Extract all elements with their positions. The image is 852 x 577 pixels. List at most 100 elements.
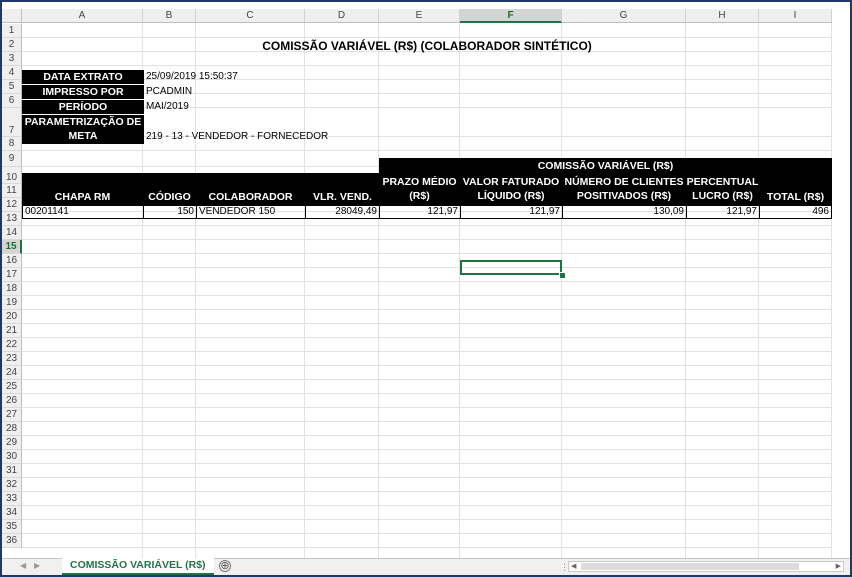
row-header-9[interactable]: 9 <box>2 151 22 167</box>
row-header-30[interactable]: 30 <box>2 450 22 464</box>
row-gridline <box>22 393 832 394</box>
row-header-12[interactable]: 12 <box>2 198 22 212</box>
value-vlr-vend: 28049,49 <box>335 206 377 217</box>
row-gridline <box>22 449 832 450</box>
row-gridline <box>22 253 832 254</box>
active-cell-selection[interactable] <box>460 260 562 275</box>
row-header-19[interactable]: 19 <box>2 296 22 310</box>
column-header-c[interactable]: C <box>196 9 305 23</box>
horizontal-scrollbar[interactable]: ◀ ▶ <box>568 561 844 572</box>
cell-prazo[interactable]: 121,97 <box>379 205 461 219</box>
row-gridline <box>22 267 832 268</box>
select-all-corner[interactable] <box>2 9 22 23</box>
header-percentual-lucro: PERCENTUAL LUCRO (R$) <box>686 175 759 205</box>
row-header-7[interactable]: 7 <box>2 108 22 137</box>
row-gridline <box>22 65 832 66</box>
fill-handle[interactable] <box>559 272 566 279</box>
scrollbar-thumb[interactable] <box>581 563 799 570</box>
row-header-5[interactable]: 5 <box>2 80 22 94</box>
column-header-b[interactable]: B <box>143 9 196 23</box>
row-header-35[interactable]: 35 <box>2 520 22 534</box>
row-header-3[interactable]: 3 <box>2 52 22 66</box>
cell-total[interactable]: 496 <box>759 205 832 219</box>
row-header-10[interactable]: 10 <box>2 167 22 184</box>
row-header-29[interactable]: 29 <box>2 436 22 450</box>
group-header-comissao: COMISSÃO VARIÁVEL (R$) <box>537 160 674 172</box>
report-title: COMISSÃO VARIÁVEL (R$) (COLABORADOR SINT… <box>262 39 592 53</box>
row-header-31[interactable]: 31 <box>2 464 22 478</box>
row-header-36[interactable]: 36 <box>2 534 22 548</box>
row-header-33[interactable]: 33 <box>2 492 22 506</box>
info-value-periodo[interactable]: MAI/2019 <box>146 100 189 114</box>
cell-numero[interactable]: 130,09 <box>562 205 687 219</box>
row-header-16[interactable]: 16 <box>2 254 22 268</box>
row-gridline <box>22 351 832 352</box>
info-value-data-extrato[interactable]: 25/09/2019 15:50:37 <box>146 70 238 84</box>
header-valor-faturado-line1: VALOR FATURADO <box>462 176 560 188</box>
row-gridline <box>22 337 832 338</box>
header-prazo-medio: PRAZO MÉDIO (R$) <box>379 175 460 205</box>
row-header-22[interactable]: 22 <box>2 338 22 352</box>
row-header-2[interactable]: 2 <box>2 38 22 52</box>
row-gridline <box>22 150 832 151</box>
tab-scroll-right-icon[interactable]: ▶ <box>34 561 40 570</box>
header-valor-faturado: VALOR FATURADO LÍQUIDO (R$) <box>460 175 562 205</box>
row-header-15[interactable]: 15 <box>2 240 22 254</box>
row-header-26[interactable]: 26 <box>2 394 22 408</box>
value-codigo: 150 <box>177 206 194 217</box>
header-numero-clientes-line1: NÚMERO DE CLIENTES <box>564 176 684 188</box>
column-header-f[interactable]: F <box>460 9 562 23</box>
column-header-a[interactable]: A <box>22 9 143 23</box>
scroll-right-arrow-icon[interactable]: ▶ <box>836 562 841 571</box>
row-header-1[interactable]: 1 <box>2 24 22 38</box>
tab-scroll-left-icon[interactable]: ◀ <box>20 561 26 570</box>
row-header-28[interactable]: 28 <box>2 422 22 436</box>
row-header-11[interactable]: 11 <box>2 184 22 198</box>
row-header-25[interactable]: 25 <box>2 380 22 394</box>
header-percentual-lucro-line2: LUCRO (R$) <box>692 190 753 202</box>
value-valor: 121,97 <box>529 206 560 217</box>
row-header-34[interactable]: 34 <box>2 506 22 520</box>
header-codigo: CÓDIGO <box>148 191 191 203</box>
row-header-8[interactable]: 8 <box>2 137 22 151</box>
row-header-32[interactable]: 32 <box>2 478 22 492</box>
row-header-6[interactable]: 6 <box>2 94 22 108</box>
column-header-d[interactable]: D <box>305 9 379 23</box>
cell-chapa[interactable]: 00201141 <box>22 205 144 219</box>
cell-valor[interactable]: 121,97 <box>460 205 563 219</box>
row-gridline <box>22 365 832 366</box>
row-header-13[interactable]: 13 <box>2 212 22 226</box>
row-header-27[interactable]: 27 <box>2 408 22 422</box>
cell-colaborador[interactable]: VENDEDOR 150 <box>196 205 306 219</box>
row-gridline <box>22 491 832 492</box>
column-header-i[interactable]: I <box>759 9 832 23</box>
header-total: TOTAL (R$) <box>766 191 825 203</box>
row-header-23[interactable]: 23 <box>2 352 22 366</box>
scroll-left-arrow-icon[interactable]: ◀ <box>571 562 576 571</box>
value-numero: 130,09 <box>653 206 684 217</box>
header-percentual-lucro-line1: PERCENTUAL <box>686 176 759 188</box>
row-gridline <box>22 225 832 226</box>
column-header-g[interactable]: G <box>562 9 686 23</box>
cell-vlr-vend[interactable]: 28049,49 <box>305 205 380 219</box>
sheet-tab-comissao[interactable]: COMISSÃO VARIÁVEL (R$) <box>62 558 214 575</box>
column-header-e[interactable]: E <box>379 9 460 23</box>
cell-perc[interactable]: 121,97 <box>686 205 760 219</box>
row-header-17[interactable]: 17 <box>2 268 22 282</box>
add-sheet-icon[interactable]: ⊕ <box>219 560 231 572</box>
row-header-21[interactable]: 21 <box>2 324 22 338</box>
info-value-parametrizacao[interactable]: 219 - 13 - VENDEDOR - FORNECEDOR <box>146 130 328 144</box>
row-header-14[interactable]: 14 <box>2 226 22 240</box>
row-header-18[interactable]: 18 <box>2 282 22 296</box>
column-header-h[interactable]: H <box>686 9 759 23</box>
info-value-impresso-por[interactable]: PCADMIN <box>146 85 192 99</box>
header-valor-faturado-line2: LÍQUIDO (R$) <box>477 190 545 202</box>
worksheet-grid[interactable]: ABCDEFGHI 1 2 3 4 5 6 7 8 9 10 11 12 13 14 15 16 17 18 19 2… <box>2 2 850 558</box>
value-perc: 121,97 <box>726 206 757 217</box>
header-prazo-medio-line1: PRAZO MÉDIO <box>382 176 457 188</box>
row-header-24[interactable]: 24 <box>2 366 22 380</box>
header-vlr-vend: VLR. VEND. <box>313 191 372 203</box>
row-header-20[interactable]: 20 <box>2 310 22 324</box>
cell-codigo[interactable]: 150 <box>143 205 197 219</box>
row-header-4[interactable]: 4 <box>2 66 22 80</box>
